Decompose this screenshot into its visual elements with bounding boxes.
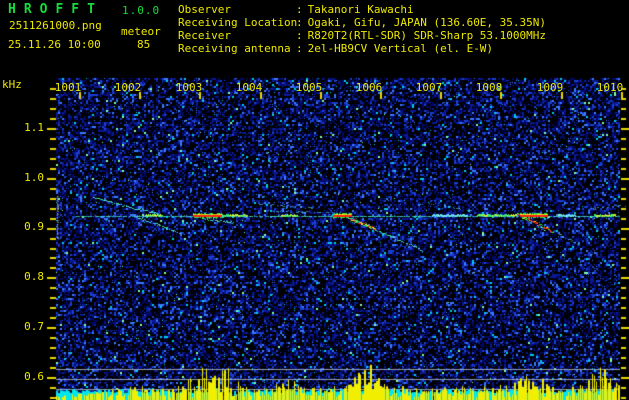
time-tick-label: 1004 [235, 81, 263, 94]
info-row: Observer: Takanori Kawachi [178, 3, 414, 16]
info-value: Ogaki, Gifu, JAPAN (136.60E, 35.35N) [307, 16, 547, 29]
info-value: Takanori Kawachi [307, 3, 414, 16]
info-colon: : [296, 3, 303, 16]
freq-tick-label: 0.7 [24, 320, 44, 333]
info-row: Receiving Location: Ogaki, Gifu, JAPAN (1… [178, 16, 546, 29]
freq-tick-label: 0.6 [24, 370, 44, 383]
freq-unit-label: kHz [2, 78, 22, 91]
app-version: 1.0.0 [122, 4, 161, 17]
time-tick-label: 1010 [596, 81, 624, 94]
capture-filename: 2511261000.png [9, 19, 102, 32]
info-label: Observer [178, 3, 231, 16]
info-colon: : [296, 29, 303, 42]
freq-tick-label: 0.8 [24, 270, 44, 283]
info-row: Receiver: R820T2(RTL-SDR) SDR-Sharp 53.10… [178, 29, 546, 42]
spectrogram-app: HROFFT 1.0.0 2511261000.png meteor 25.11… [0, 0, 629, 400]
info-row: Receiving antenna:2el-HB9CV Vertical (el… [178, 42, 493, 55]
time-tick-label: 1008 [475, 81, 503, 94]
info-label: Receiver [178, 29, 231, 42]
info-value: R820T2(RTL-SDR) SDR-Sharp 53.1000MHz [307, 29, 547, 42]
mode-label: meteor [121, 25, 161, 38]
time-tick-label: 1005 [295, 81, 323, 94]
info-label: Receiving antenna [178, 42, 291, 55]
spectrogram-canvas [0, 0, 629, 400]
time-tick-label: 1007 [415, 81, 443, 94]
time-tick-label: 1003 [175, 81, 203, 94]
info-colon: : [296, 16, 303, 29]
info-value: 2el-HB9CV Vertical (el. E-W) [307, 42, 494, 55]
time-tick-label: 1002 [114, 81, 142, 94]
echo-count: 85 [137, 38, 151, 51]
info-label: Receiving Location [178, 16, 298, 29]
time-tick-label: 1006 [355, 81, 383, 94]
app-title: HROFFT [8, 2, 103, 17]
time-tick-label: 1009 [536, 81, 564, 94]
freq-tick-label: 0.9 [24, 220, 44, 233]
time-tick-label: 1001 [54, 81, 82, 94]
freq-tick-label: 1.0 [24, 171, 44, 184]
freq-tick-label: 1.1 [24, 121, 44, 134]
info-colon: : [296, 42, 303, 55]
capture-datetime: 25.11.26 10:00 [8, 38, 101, 51]
